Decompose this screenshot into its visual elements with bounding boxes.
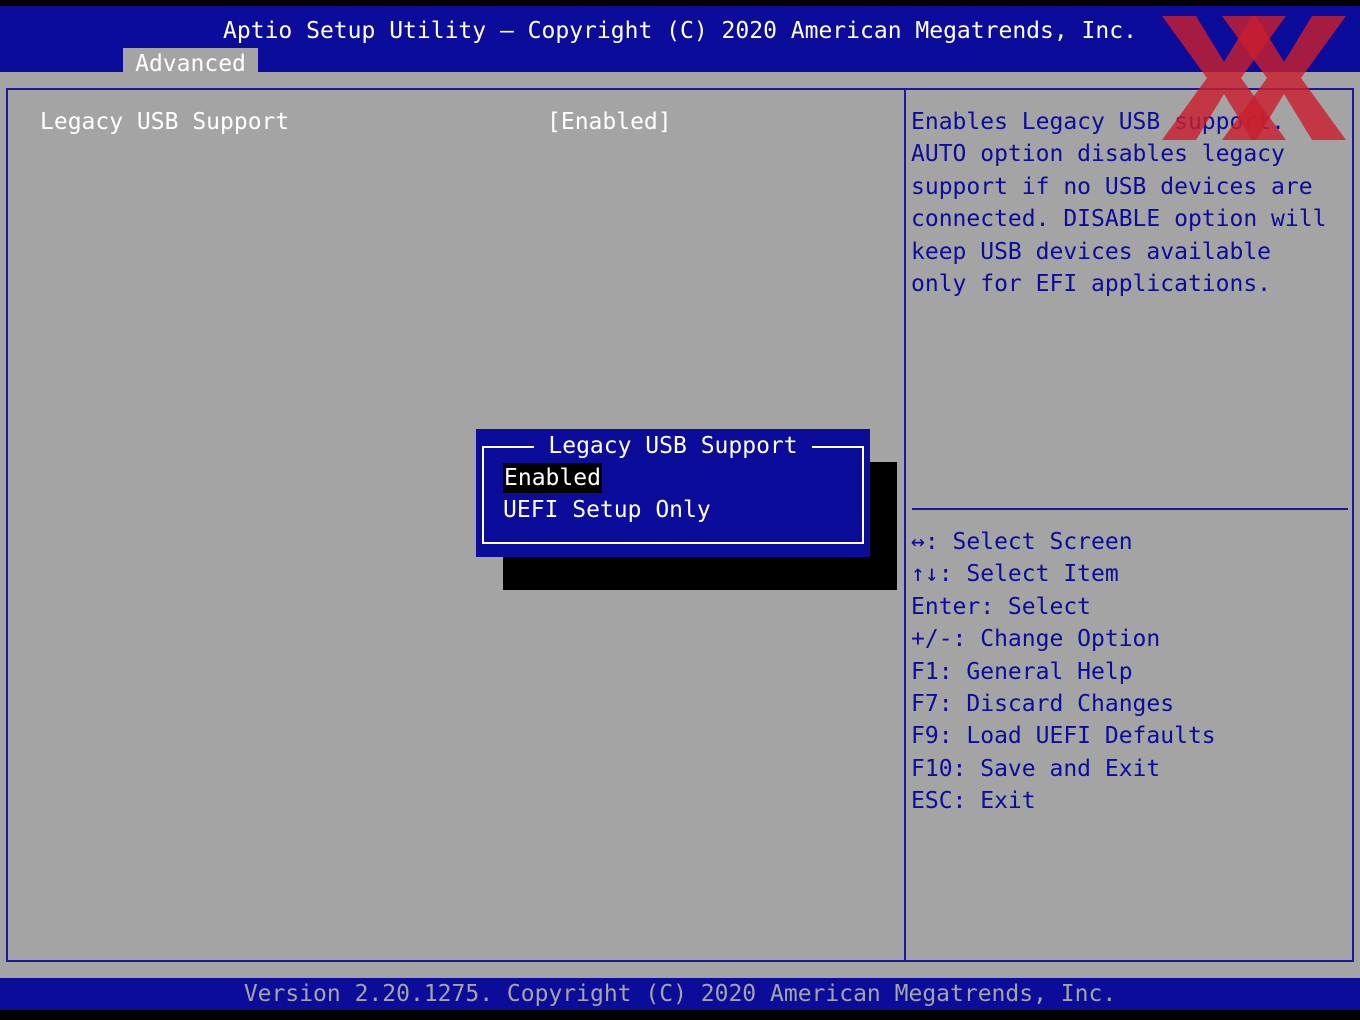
key-select-item: ↑↓: Select Item	[911, 561, 1119, 588]
setting-legacy-usb-value[interactable]: [Enabled]	[547, 106, 672, 138]
help-divider	[912, 508, 1348, 510]
popup-option-enabled[interactable]: Enabled	[503, 463, 602, 493]
help-line: only for EFI applications.	[911, 271, 1272, 298]
help-line: keep USB devices available	[911, 238, 1272, 265]
key-save-exit: F10: Save and Exit	[911, 755, 1161, 782]
key-discard-changes: F7: Discard Changes	[911, 691, 1175, 718]
help-line: AUTO option disables legacy	[911, 141, 1285, 168]
xx-logo-icon	[1162, 16, 1346, 140]
app-title: Aptio Setup Utility – Copyright (C) 2020…	[223, 18, 1137, 44]
key-select-screen: ↔: Select Screen	[911, 529, 1133, 555]
key-general-help: F1: General Help	[911, 658, 1133, 685]
option-popup: Legacy USB Support Enabled UEFI Setup On…	[476, 429, 870, 557]
key-load-defaults: F9: Load UEFI Defaults	[911, 723, 1216, 750]
key-enter: Enter: Select	[911, 593, 1092, 620]
popup-title-text: Legacy USB Support	[534, 433, 812, 459]
version-text: Version 2.20.1275. Copyright (C) 2020 Am…	[243, 981, 1117, 1007]
key-legend: ↔: Select Screen ↑↓: Select Item Enter: …	[911, 526, 1351, 818]
popup-option-uefi-setup-only[interactable]: UEFI Setup Only	[503, 495, 711, 525]
key-change-option: +/-: Change Option	[911, 626, 1161, 653]
help-line: support if no USB devices are	[911, 173, 1313, 200]
popup-title: Legacy USB Support	[476, 430, 870, 462]
vertical-divider	[904, 90, 906, 960]
help-line: connected. DISABLE option will	[911, 206, 1327, 233]
setting-legacy-usb-label[interactable]: Legacy USB Support	[40, 106, 289, 138]
footer-bar: Version 2.20.1275. Copyright (C) 2020 Am…	[0, 978, 1360, 1010]
key-exit: ESC: Exit	[911, 788, 1036, 815]
title-bar: Aptio Setup Utility – Copyright (C) 2020…	[0, 6, 1360, 80]
main-panel: Legacy USB Support [Enabled] Enables Leg…	[0, 72, 1360, 978]
